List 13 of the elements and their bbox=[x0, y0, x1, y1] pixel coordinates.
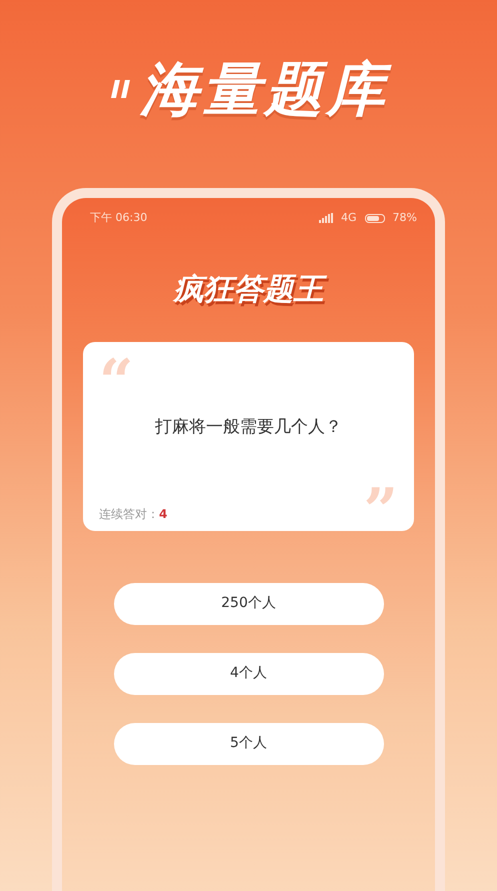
signal-icon bbox=[319, 213, 334, 224]
network-label: 4G bbox=[341, 210, 357, 226]
status-time: 下午 06:30 bbox=[90, 210, 148, 226]
answer-button[interactable]: 4个人 bbox=[114, 652, 384, 694]
streak-counter: 连续答对：4 bbox=[99, 506, 168, 522]
battery-percent: 78% bbox=[392, 210, 417, 226]
close-quote: ” bbox=[363, 486, 398, 522]
quote-mark-icon bbox=[108, 78, 132, 100]
answer-button[interactable]: 5个人 bbox=[114, 722, 384, 764]
question-text: 打麻将一般需要几个人？ bbox=[155, 416, 342, 438]
battery-icon bbox=[364, 214, 385, 223]
answer-button[interactable]: 250个人 bbox=[114, 582, 384, 624]
open-quote: “ bbox=[99, 358, 134, 394]
